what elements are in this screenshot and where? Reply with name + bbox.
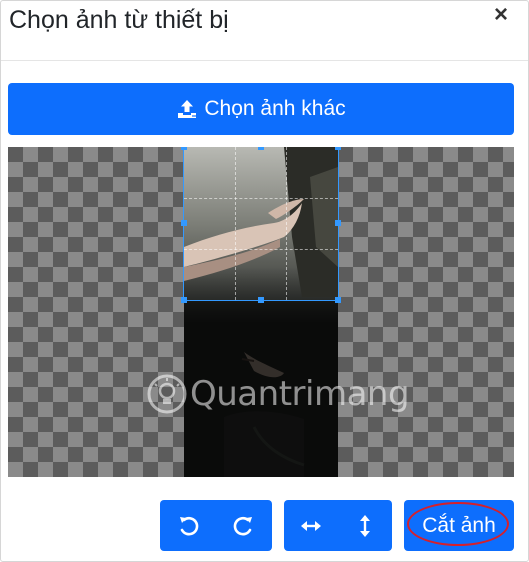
crop-handle-bottom-right[interactable] (335, 297, 341, 303)
flip-vertical-button[interactable] (338, 500, 392, 551)
rotate-right-button[interactable] (216, 500, 272, 551)
dialog-title: Chọn ảnh từ thiết bị (9, 6, 229, 34)
rotate-left-icon (180, 516, 199, 535)
choose-another-image-label: Chọn ảnh khác (204, 97, 346, 120)
flip-horizontal-button[interactable] (284, 500, 338, 551)
crop-image-label: Cắt ảnh (422, 513, 496, 537)
crop-handle-right[interactable] (335, 220, 341, 226)
image-crop-area[interactable]: Quantrimang (8, 147, 514, 477)
rotate-button-group (160, 500, 272, 551)
crop-handle-left[interactable] (181, 220, 187, 226)
image-picker-dialog: Chọn ảnh từ thiết bị × Chọn ảnh khác Qua… (0, 0, 529, 562)
crop-guide-line (235, 147, 236, 300)
crop-image-button[interactable]: Cắt ảnh (404, 500, 514, 551)
close-icon: × (493, 1, 508, 28)
crop-handle-top-right[interactable] (335, 147, 341, 150)
lightbulb-logo (147, 374, 187, 414)
flip-vertical-icon (360, 514, 370, 537)
dialog-header: Chọn ảnh từ thiết bị × (1, 1, 528, 61)
crop-guide-line (184, 198, 338, 199)
flip-horizontal-icon (301, 520, 321, 531)
flip-button-group (284, 500, 392, 551)
choose-another-image-button[interactable]: Chọn ảnh khác (8, 83, 514, 135)
crop-handle-bottom[interactable] (258, 297, 264, 303)
crop-selection-box[interactable] (183, 147, 339, 301)
crop-guide-line (184, 249, 338, 250)
rotate-right-icon (233, 516, 252, 535)
crop-guide-line (286, 147, 287, 300)
outside-selection-dim (184, 300, 338, 477)
crop-handle-top-left[interactable] (181, 147, 187, 150)
close-button[interactable]: × (490, 3, 512, 27)
upload-icon (176, 98, 198, 120)
rotate-left-button[interactable] (160, 500, 216, 551)
crop-handle-bottom-left[interactable] (181, 297, 187, 303)
crop-handle-top[interactable] (258, 147, 264, 150)
